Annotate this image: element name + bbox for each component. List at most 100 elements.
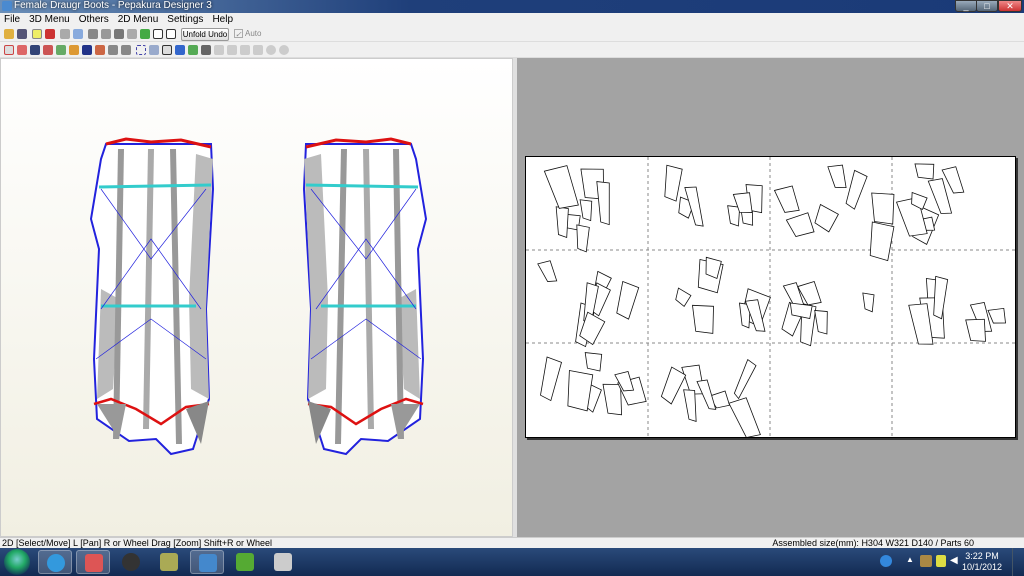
pattern-part[interactable] xyxy=(843,169,868,210)
pattern-part[interactable] xyxy=(812,203,839,233)
menu-settings[interactable]: Settings xyxy=(167,13,203,27)
pattern-part[interactable] xyxy=(543,164,580,212)
clock-date: 10/1/2012 xyxy=(961,562,1002,572)
boot-left xyxy=(89,137,215,456)
text-icon[interactable] xyxy=(69,45,79,55)
color-icon[interactable] xyxy=(43,45,53,55)
pattern-part[interactable] xyxy=(914,162,935,180)
pattern-part[interactable] xyxy=(538,356,562,402)
pattern-layout xyxy=(526,157,1015,438)
auto-checkbox[interactable]: ✓ Auto xyxy=(234,29,262,39)
show-hidden-icons[interactable]: ▲ xyxy=(906,555,914,567)
pattern-part[interactable] xyxy=(576,224,590,253)
taskbar-file-transfer[interactable] xyxy=(152,550,186,574)
align-left-icon[interactable] xyxy=(214,45,224,55)
status-bar: 2D [Select/Move] L [Pan] R or Wheel Drag… xyxy=(0,537,1024,548)
2d-view[interactable] xyxy=(517,58,1024,537)
pattern-part[interactable] xyxy=(827,163,848,191)
unfold-undo-button[interactable]: Unfold Undo xyxy=(181,28,229,41)
cube-icon[interactable] xyxy=(45,29,55,39)
texture-icon[interactable] xyxy=(140,29,150,39)
pattern-part[interactable] xyxy=(662,164,683,202)
fit-icon[interactable] xyxy=(136,45,146,55)
window-single-icon[interactable] xyxy=(153,29,163,39)
menu-2d[interactable]: 2D Menu xyxy=(118,13,159,27)
taskbar-autodesk[interactable] xyxy=(76,550,110,574)
menu-others[interactable]: Others xyxy=(79,13,109,27)
help-icon[interactable] xyxy=(880,555,892,567)
show-desktop-button[interactable] xyxy=(1012,548,1024,576)
menu-file[interactable]: File xyxy=(4,13,20,27)
layout-icon[interactable] xyxy=(30,45,40,55)
pattern-part[interactable] xyxy=(785,211,815,240)
zoom-out-icon[interactable] xyxy=(279,45,289,55)
settings-icon[interactable] xyxy=(188,45,198,55)
undo-icon[interactable] xyxy=(108,45,118,55)
pattern-part[interactable] xyxy=(868,221,895,262)
pattern-part[interactable] xyxy=(728,396,762,438)
zoom-in-icon[interactable] xyxy=(266,45,276,55)
arrange-icon[interactable] xyxy=(95,45,105,55)
pattern-part[interactable] xyxy=(658,366,687,405)
window-split-icon[interactable] xyxy=(166,29,176,39)
part-icon[interactable] xyxy=(56,45,66,55)
flip-icon[interactable] xyxy=(73,29,83,39)
pattern-part[interactable] xyxy=(692,304,714,334)
maximize-button[interactable]: □ xyxy=(976,0,998,12)
paper-sheet xyxy=(525,156,1016,438)
align-top-icon[interactable] xyxy=(240,45,250,55)
clock[interactable]: 3:22 PM 10/1/2012 xyxy=(962,551,1002,573)
edge-icon[interactable] xyxy=(88,29,98,39)
move-icon[interactable] xyxy=(17,45,27,55)
anchor-icon[interactable] xyxy=(114,29,124,39)
align-right-icon[interactable] xyxy=(227,45,237,55)
pattern-part[interactable] xyxy=(673,287,692,307)
boots-model xyxy=(89,59,514,538)
rotate-icon[interactable] xyxy=(60,29,70,39)
pattern-part[interactable] xyxy=(584,352,603,372)
taskbar-pepakura[interactable] xyxy=(190,550,224,574)
align-bottom-icon[interactable] xyxy=(253,45,263,55)
taskbar-ie[interactable] xyxy=(38,550,72,574)
pattern-part[interactable] xyxy=(537,259,559,285)
volume-icon[interactable]: ◀ xyxy=(950,555,962,567)
save-icon[interactable] xyxy=(17,29,27,39)
3d-view[interactable] xyxy=(0,58,513,537)
redo-icon[interactable] xyxy=(121,45,131,55)
pattern-part[interactable] xyxy=(965,317,988,343)
print-preview-icon[interactable] xyxy=(162,45,172,55)
minimize-button[interactable]: _ xyxy=(955,0,977,12)
scale-icon[interactable] xyxy=(149,45,159,55)
title-bar: Female Draugr Boots - Pepakura Designer … xyxy=(0,0,1024,13)
pattern-part[interactable] xyxy=(731,358,757,400)
menu-3d[interactable]: 3D Menu xyxy=(29,13,70,27)
auto-label: Auto xyxy=(245,29,262,38)
pattern-part[interactable] xyxy=(614,280,640,320)
lightbulb-icon[interactable] xyxy=(32,29,42,39)
pattern-part[interactable] xyxy=(596,181,611,226)
pattern-part[interactable] xyxy=(579,199,593,222)
taskbar-media[interactable] xyxy=(266,550,300,574)
network-drive-icon[interactable] xyxy=(920,555,932,567)
image-icon[interactable] xyxy=(82,45,92,55)
close-button[interactable]: ✕ xyxy=(998,0,1022,12)
tab-icon[interactable] xyxy=(127,29,137,39)
start-button[interactable] xyxy=(4,549,30,575)
window-title: Female Draugr Boots - Pepakura Designer … xyxy=(14,0,212,11)
taskbar: ▲ ◀ 3:22 PM 10/1/2012 xyxy=(0,548,1024,576)
pattern-part[interactable] xyxy=(773,184,801,216)
printer-icon[interactable] xyxy=(201,45,211,55)
menu-help[interactable]: Help xyxy=(212,13,233,27)
open-icon[interactable] xyxy=(4,29,14,39)
signal-icon[interactable] xyxy=(936,555,946,567)
join-icon[interactable] xyxy=(101,29,111,39)
pattern-part[interactable] xyxy=(871,192,895,225)
pattern-part[interactable] xyxy=(814,310,829,335)
pattern-part[interactable] xyxy=(862,292,875,313)
select-icon[interactable] xyxy=(4,45,14,55)
pattern-part[interactable] xyxy=(555,206,569,238)
pattern-part[interactable] xyxy=(987,306,1007,326)
taskbar-hp[interactable] xyxy=(114,550,148,574)
chart-icon[interactable] xyxy=(175,45,185,55)
taskbar-lime[interactable] xyxy=(228,550,262,574)
